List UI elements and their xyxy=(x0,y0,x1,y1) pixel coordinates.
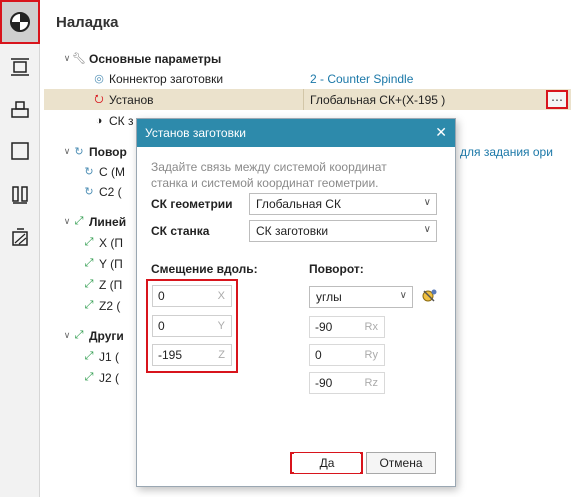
axis-label: Z xyxy=(218,349,225,361)
tree-item-label: Z (П xyxy=(99,277,123,292)
offset-z-value: -195 xyxy=(158,348,183,362)
chevron-down-icon: ∨ xyxy=(423,197,431,208)
rotary-group-value: для задания ори xyxy=(460,144,553,159)
offset-y-field[interactable]: 0 Y xyxy=(152,315,232,337)
cancel-button[interactable]: Отмена xyxy=(366,452,436,474)
more-options-button[interactable]: ⋯ xyxy=(546,90,568,109)
offset-x-field[interactable]: 0 X xyxy=(152,285,232,307)
machine-cs-select[interactable]: СК заготовки ∨ xyxy=(249,220,437,242)
tree-item-label: C (M xyxy=(99,164,125,179)
offset-y-value: 0 xyxy=(158,319,165,333)
tree-group-label: Повор xyxy=(89,144,127,159)
setup-value[interactable]: Глобальная СК+(X-195 ) xyxy=(310,93,445,107)
rotation-mode-value: углы xyxy=(316,290,342,304)
machine-cs-value: СК заготовки xyxy=(256,224,329,238)
pick-rotation-icon[interactable] xyxy=(420,287,438,305)
coordinate-system-icon: ◑ xyxy=(95,114,103,127)
rotation-ry-value: 0 xyxy=(315,348,322,362)
linear-axis-icon: ⤢ xyxy=(74,329,84,341)
linear-axis-icon: ⤢ xyxy=(84,299,94,311)
tree-item-label: Установ xyxy=(109,92,154,107)
clamp-icon xyxy=(12,186,28,204)
rotation-rz-value: -90 xyxy=(315,376,333,390)
tree-group-label: Основные параметры xyxy=(89,51,222,66)
linear-axis-icon: ⤢ xyxy=(84,236,94,248)
chevron-down-icon: ∨ xyxy=(399,290,407,301)
part-tool-button[interactable] xyxy=(3,92,37,126)
ok-button[interactable]: Да xyxy=(294,453,360,473)
dialog-title: Установ заготовки xyxy=(145,126,246,140)
linear-axis-icon: ⤢ xyxy=(84,371,94,383)
setup-icon: ⭮ xyxy=(94,93,104,105)
setup-tool-button[interactable] xyxy=(0,0,40,44)
geom-cs-select[interactable]: Глобальная СК ∨ xyxy=(249,193,437,215)
close-icon[interactable]: ✕ xyxy=(435,125,447,139)
chevron-down-icon[interactable]: ∨ xyxy=(62,330,72,341)
tree-item-label: J1 ( xyxy=(99,349,120,364)
tree-item-label: Z2 ( xyxy=(99,298,121,313)
axis-label: Ry xyxy=(364,349,378,361)
dialog-header: Установ заготовки xyxy=(137,119,455,147)
rotation-label: Поворот: xyxy=(309,262,364,276)
rotation-mode-select[interactable]: углы ∨ xyxy=(309,286,413,308)
rotary-axis-icon: ↻ xyxy=(84,186,94,198)
geom-cs-value: Глобальная СК xyxy=(256,197,341,211)
tree-item-label: C2 ( xyxy=(99,184,122,199)
tree-item-label: J2 ( xyxy=(99,370,120,385)
machine-cs-label: СК станка xyxy=(151,224,210,238)
panel-title: Наладка xyxy=(56,14,119,31)
setup-dialog: Установ заготовки ✕ Задайте связь между … xyxy=(136,118,456,487)
fixture-tool-button[interactable] xyxy=(3,50,37,84)
rotation-rz-field[interactable]: -90 Rz xyxy=(309,372,385,394)
offset-z-field[interactable]: -195 Z xyxy=(152,344,232,366)
clamp-tool-button[interactable] xyxy=(3,178,37,212)
left-toolbar xyxy=(0,0,40,497)
rotation-rx-field[interactable]: -90 Rx xyxy=(309,316,385,338)
stock-tool-button[interactable] xyxy=(3,134,37,168)
tree-item-label: X (П xyxy=(99,235,123,250)
geom-cs-label: СК геометрии xyxy=(151,197,233,211)
stock-icon xyxy=(11,142,29,160)
tree-item-label: Коннектор заготовки xyxy=(109,71,224,86)
linear-axis-icon: ⤢ xyxy=(74,215,84,227)
axis-label: X xyxy=(217,290,225,302)
chevron-down-icon: ∨ xyxy=(423,224,431,235)
chevron-down-icon[interactable]: ∨ xyxy=(62,216,72,227)
rotation-rx-value: -90 xyxy=(315,320,333,334)
connector-value[interactable]: 2 - Counter Spindle xyxy=(310,72,413,86)
dialog-hint: Задайте связь между системой координат с… xyxy=(151,160,387,190)
section-icon xyxy=(12,228,28,246)
linear-axis-icon: ⤢ xyxy=(84,257,94,269)
axis-label: Rx xyxy=(364,321,378,333)
tree-group-label: Други xyxy=(89,328,124,343)
linear-axis-icon: ⤢ xyxy=(84,350,94,362)
offset-x-value: 0 xyxy=(158,289,165,303)
chevron-down-icon[interactable]: ∨ xyxy=(62,53,72,64)
column-divider xyxy=(303,89,304,110)
wrench-icon: 🔧︎ xyxy=(72,53,86,65)
coordinate-system-icon xyxy=(10,12,30,32)
section-tool-button[interactable] xyxy=(3,220,37,254)
tree-item-setup[interactable]: ⭮ Установ Глобальная СК+(X-195 ) ⋯ xyxy=(44,89,571,110)
part-icon xyxy=(11,101,29,118)
offset-label: Смещение вдоль: xyxy=(151,262,258,276)
tree-item-label: Y (П xyxy=(99,256,123,271)
rotary-axis-icon: ↻ xyxy=(74,146,84,158)
axis-label: Rz xyxy=(364,377,378,389)
tree-group-label: Линей xyxy=(89,214,127,229)
connector-icon: ◎ xyxy=(94,73,104,85)
chevron-down-icon[interactable]: ∨ xyxy=(62,146,72,157)
tree-group-main-params[interactable]: ∨ 🔧︎ Основные параметры xyxy=(44,48,571,69)
rotation-ry-field[interactable]: 0 Ry xyxy=(309,344,385,366)
tree-item-connector[interactable]: ◎ Коннектор заготовки 2 - Counter Spindl… xyxy=(44,68,571,89)
axis-label: Y xyxy=(217,320,225,332)
fixture-icon xyxy=(11,58,29,76)
rotary-axis-icon: ↻ xyxy=(84,166,94,178)
tree-item-label: СК з xyxy=(109,113,134,128)
linear-axis-icon: ⤢ xyxy=(84,278,94,290)
